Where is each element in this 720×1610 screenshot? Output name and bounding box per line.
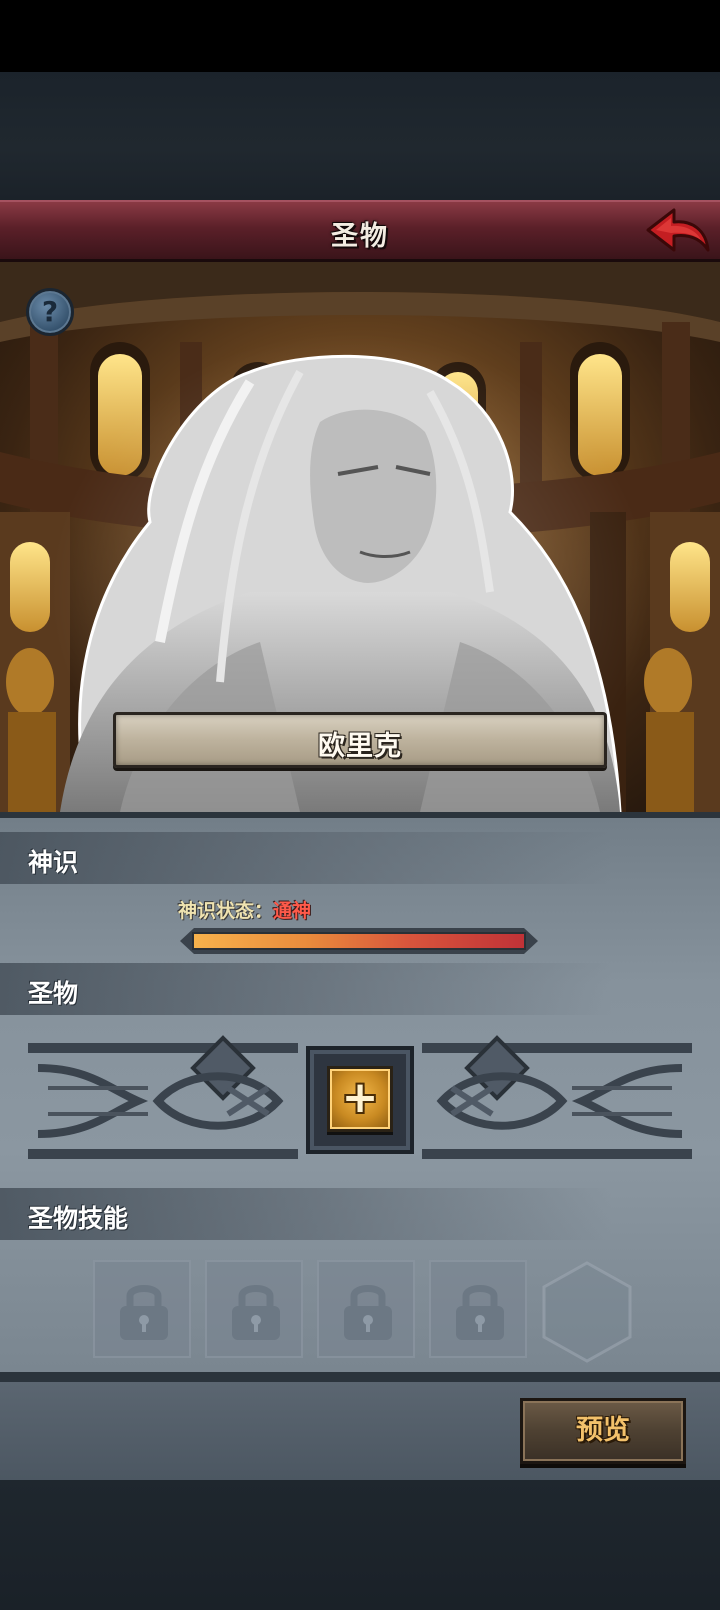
progress-bar-fill xyxy=(194,934,524,948)
hero-name: 欧里克 xyxy=(318,731,402,762)
padlock-icon xyxy=(456,1285,504,1340)
section-label-relic: 圣物 xyxy=(28,979,79,1008)
back-button[interactable] xyxy=(644,206,712,258)
skill-slot-locked[interactable] xyxy=(429,1260,527,1358)
background-top xyxy=(0,72,720,200)
back-arrow-icon xyxy=(646,208,710,252)
hexagon-slot-icon[interactable] xyxy=(540,1260,634,1364)
padlock-icon xyxy=(120,1285,168,1340)
skill-slot-locked[interactable] xyxy=(317,1260,415,1358)
section-label-divine-sense: 神识 xyxy=(28,848,79,877)
padlock-icon xyxy=(344,1285,392,1340)
section-label-relic-skills: 圣物技能 xyxy=(28,1204,129,1233)
state-value: 通神 xyxy=(273,900,312,922)
padlock-icon xyxy=(232,1285,280,1340)
skill-slot-locked[interactable] xyxy=(93,1260,191,1358)
state-label: 神识状态： xyxy=(178,900,274,922)
game-screen: 圣物 ? 欧里克 神识 神识状态：通神 圣物 + 圣物技能 预览 xyxy=(0,0,720,1610)
add-relic-button[interactable]: + xyxy=(327,1066,393,1132)
background-bottom xyxy=(0,1480,720,1610)
help-button[interactable]: ? xyxy=(26,288,74,336)
page-title: 圣物 xyxy=(331,221,389,252)
question-mark-icon: ? xyxy=(41,295,59,328)
preview-label: 预览 xyxy=(576,1415,630,1446)
panel-divider xyxy=(0,1372,720,1382)
status-bar-area xyxy=(0,0,720,72)
section-header-divine-sense xyxy=(0,832,720,884)
divine-sense-state: 神识状态：通神 xyxy=(178,896,311,923)
plus-icon: + xyxy=(341,1072,379,1123)
section-header-relic xyxy=(0,963,720,1015)
preview-button[interactable]: 预览 xyxy=(520,1398,686,1464)
skill-slot-locked[interactable] xyxy=(205,1260,303,1358)
